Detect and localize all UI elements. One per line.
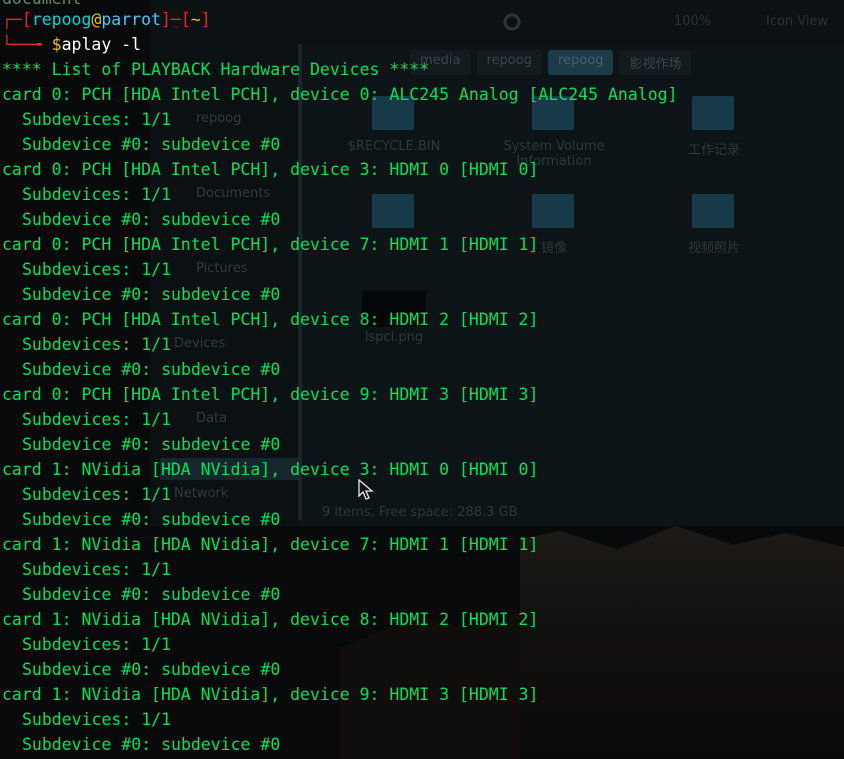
subdevice-line: Subdevice #0: subdevice #0	[22, 360, 281, 379]
device-card-line: card 1: NVidia [HDA NVidia], device 3: H…	[2, 460, 539, 479]
command-text: aplay -l	[61, 35, 142, 54]
subdevice-line: Subdevice #0: subdevice #0	[22, 210, 281, 229]
terminal-output[interactable]: document ┌─[repoog@parrot]─[~] └──╼ $apl…	[0, 0, 844, 759]
subdevices-count-line: Subdevices: 1/1	[22, 485, 172, 504]
device-card-line: card 1: NVidia [HDA NVidia], device 7: H…	[2, 535, 539, 554]
prompt-frame-bottom: └──╼	[2, 35, 52, 54]
device-card-line: card 1: NVidia [HDA NVidia], device 9: H…	[2, 685, 539, 704]
device-card-line: card 0: PCH [HDA Intel PCH], device 8: H…	[2, 310, 539, 329]
device-card-line: card 0: PCH [HDA Intel PCH], device 3: H…	[2, 160, 539, 179]
subdevice-line: Subdevice #0: subdevice #0	[22, 735, 281, 754]
subdevices-count-line: Subdevices: 1/1	[22, 110, 172, 129]
prompt-frame-end: ]	[200, 10, 211, 29]
device-card-line: card 0: PCH [HDA Intel PCH], device 7: H…	[2, 235, 539, 254]
prompt-host: parrot	[101, 10, 161, 29]
device-card-line: card 0: PCH [HDA Intel PCH], device 9: H…	[2, 385, 539, 404]
prompt-frame-sep: ]─[	[160, 10, 191, 29]
subdevice-line: Subdevice #0: subdevice #0	[22, 510, 281, 529]
prompt-user: repoog	[31, 10, 92, 29]
prompt-frame-corner: ┌─[	[2, 10, 32, 29]
subdevices-count-line: Subdevices: 1/1	[22, 560, 172, 579]
prompt-dir: ~	[190, 10, 201, 29]
subdevice-line: Subdevice #0: subdevice #0	[22, 285, 281, 304]
subdevice-line: Subdevice #0: subdevice #0	[22, 135, 281, 154]
subdevices-count-line: Subdevices: 1/1	[22, 710, 172, 729]
prompt-at: @	[91, 10, 102, 29]
subdevices-count-line: Subdevices: 1/1	[22, 410, 172, 429]
subdevices-count-line: Subdevices: 1/1	[22, 260, 172, 279]
subdevices-count-line: Subdevices: 1/1	[22, 185, 172, 204]
subdevice-line: Subdevice #0: subdevice #0	[22, 435, 281, 454]
command-line[interactable]: └──╼ $aplay -l	[2, 32, 141, 57]
prompt-dollar: $	[51, 35, 62, 54]
mouse-pointer-icon	[358, 479, 374, 500]
prompt-line: ┌─[repoog@parrot]─[~]	[2, 7, 211, 32]
subdevices-count-line: Subdevices: 1/1	[22, 635, 172, 654]
subdevices-count-line: Subdevices: 1/1	[22, 335, 172, 354]
device-card-line: card 0: PCH [HDA Intel PCH], device 0: A…	[2, 85, 678, 104]
subdevice-line: Subdevice #0: subdevice #0	[22, 660, 281, 679]
output-header: **** List of PLAYBACK Hardware Devices *…	[2, 60, 430, 79]
device-card-line: card 1: NVidia [HDA NVidia], device 8: H…	[2, 610, 539, 629]
subdevice-line: Subdevice #0: subdevice #0	[22, 585, 281, 604]
